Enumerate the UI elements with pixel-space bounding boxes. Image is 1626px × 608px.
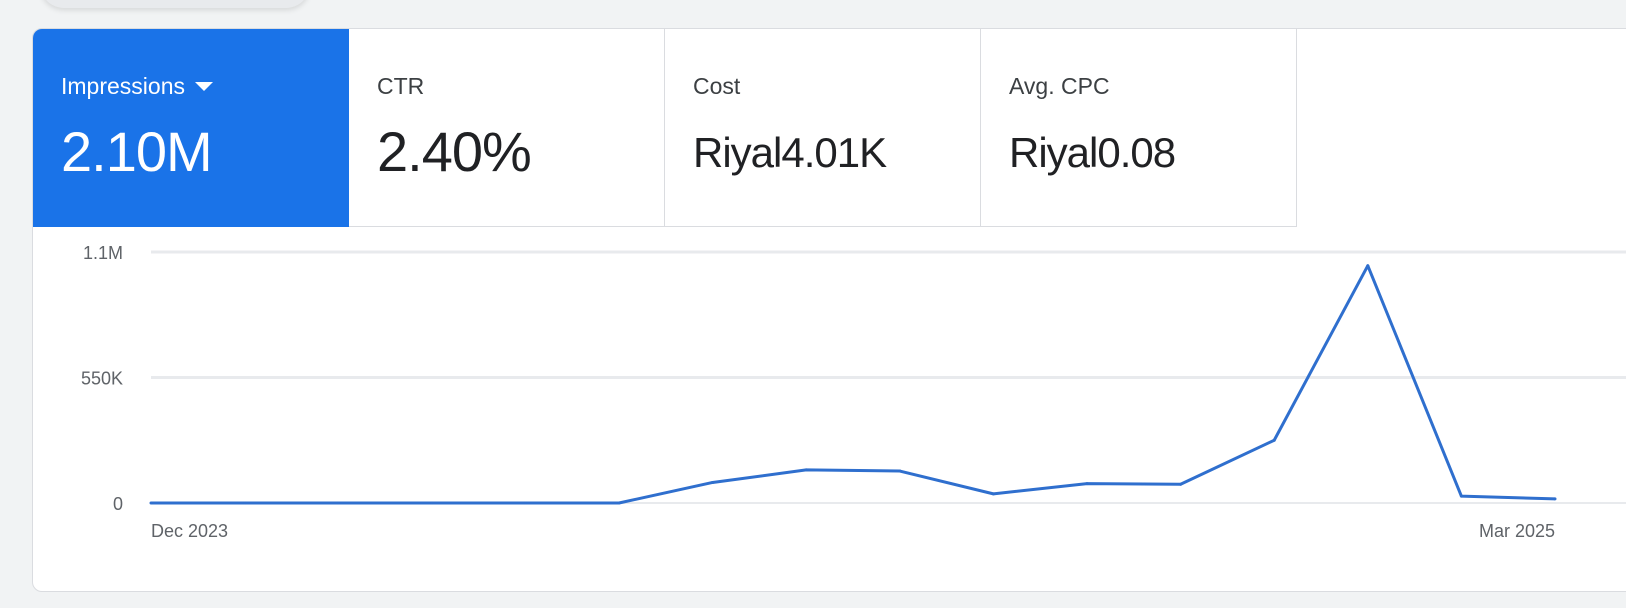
dropdown-caret-icon[interactable] [194, 81, 213, 91]
metric-tab-ctr[interactable]: CTR 2.40% [349, 29, 665, 227]
performance-card: Impressions 2.10M CTR 2.40% Cost Riyal4.… [32, 28, 1626, 592]
data-point [149, 501, 153, 505]
metric-label-cost: Cost [693, 73, 741, 99]
data-point [991, 492, 995, 496]
metric-tab-avg-cpc[interactable]: Avg. CPC Riyal0.08 [981, 29, 1297, 227]
data-point [617, 501, 621, 505]
data-point [523, 501, 527, 505]
metric-tab-cost[interactable]: Cost Riyal4.01K [665, 29, 981, 227]
metric-value-cost: Riyal4.01K [693, 129, 887, 176]
metric-label-impressions: Impressions [61, 73, 185, 99]
x-tick-label: Dec 2023 [151, 521, 228, 541]
data-point [804, 468, 808, 472]
metric-value-ctr: 2.40% [377, 120, 532, 183]
data-point [336, 501, 340, 505]
data-point [1179, 482, 1183, 486]
chart-series [149, 264, 1557, 505]
y-tick-label: 0 [113, 494, 123, 514]
metric-label-avg-cpc: Avg. CPC [1009, 73, 1110, 99]
metric-value-impressions: 2.10M [61, 120, 213, 183]
metric-value-avg-cpc: Riyal0.08 [1009, 129, 1176, 176]
data-point [898, 469, 902, 473]
chart-y-axis: 0 550K 1.1M [81, 243, 123, 514]
metric-tab-impressions[interactable]: Impressions 2.10M [33, 29, 349, 227]
series-line-impressions [151, 264, 1556, 505]
y-tick-label: 1.1M [83, 243, 123, 263]
chart-x-axis: Dec 2023 Mar 2025 [151, 521, 1555, 541]
metric-tabs: Impressions 2.10M CTR 2.40% Cost Riyal4.… [33, 29, 1297, 227]
chart-gridlines [151, 250, 1626, 504]
impressions-line-chart: 0 550K 1.1M Dec 2023 Mar 2025 [81, 243, 1626, 541]
data-point [1553, 497, 1557, 501]
y-tick-label: 550K [81, 369, 123, 389]
data-point [243, 501, 247, 505]
data-point [1366, 264, 1370, 268]
data-point [1085, 482, 1089, 486]
data-point [430, 501, 434, 505]
data-point [711, 480, 715, 484]
data-point [1272, 438, 1276, 442]
data-point [1459, 494, 1463, 498]
top-tab-pill [40, 0, 310, 8]
x-tick-label: Mar 2025 [1479, 521, 1555, 541]
metric-label-ctr: CTR [377, 73, 425, 99]
